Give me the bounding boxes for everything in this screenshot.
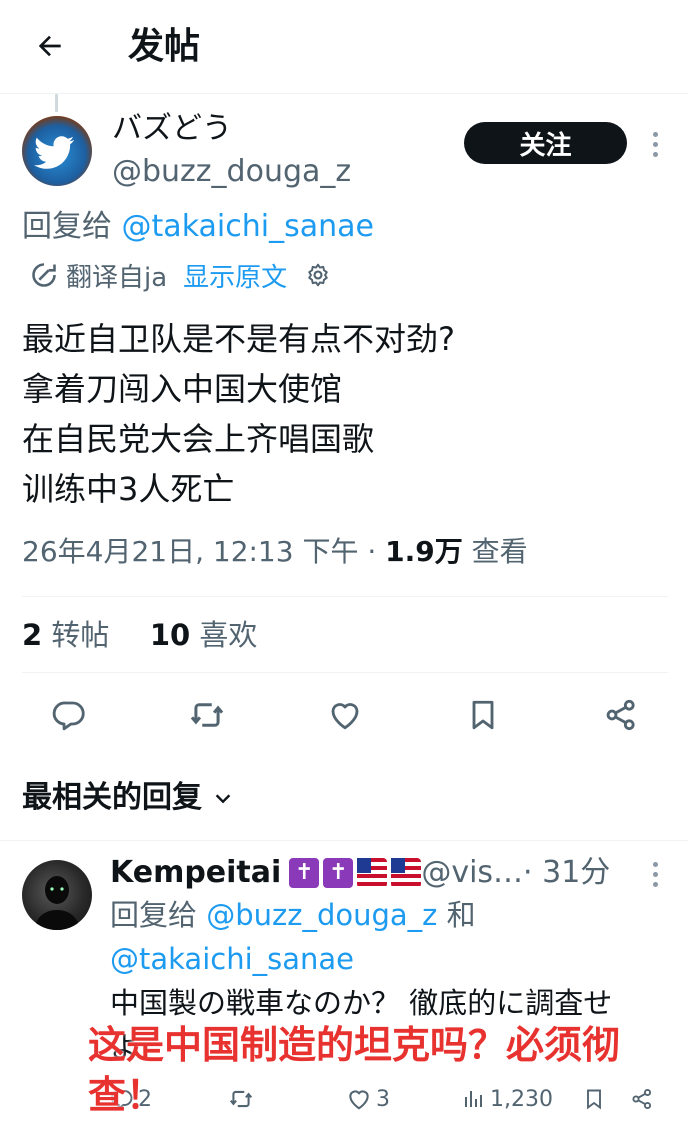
top-bar: 发帖: [0, 0, 688, 94]
author-avatar[interactable]: [22, 116, 92, 186]
divider: [22, 672, 668, 673]
share-icon[interactable]: [596, 690, 646, 740]
show-original-link[interactable]: 显示原文: [183, 257, 287, 294]
post-line: 最近自卫队是不是有点不对劲?: [22, 320, 455, 358]
repost-icon[interactable]: [182, 690, 232, 740]
reply-author-avatar[interactable]: [22, 860, 92, 930]
cross-emoji-icon: ✝: [289, 858, 320, 888]
author-handle[interactable]: @buzz_douga_z: [112, 152, 351, 192]
likes-stat[interactable]: 10 喜欢: [150, 618, 258, 652]
back-arrow-icon[interactable]: [28, 24, 72, 68]
post-timestamp: 26年4月21日, 12:13 下午 · 1.9万 查看: [22, 530, 528, 574]
post-line: 拿着刀闯入中国大使馆: [22, 370, 343, 408]
reply-icon[interactable]: [44, 690, 94, 740]
translated-from-label: 翻译自ja: [66, 262, 168, 293]
reply-to-prefix: 回复给: [22, 209, 122, 244]
follow-button[interactable]: 关注: [464, 122, 627, 164]
reposts-stat[interactable]: 2 转帖: [22, 618, 109, 652]
replies-sort-label: 最相关的回复: [22, 780, 202, 815]
more-options-icon[interactable]: [640, 126, 670, 162]
reply-to-mention-link[interactable]: @takaichi_sanae: [122, 209, 374, 244]
views-label: 查看: [462, 535, 528, 568]
post-line: 训练中3人死亡: [22, 470, 235, 508]
page-title: 发帖: [128, 26, 201, 67]
gear-icon[interactable]: [305, 262, 331, 288]
timestamp-text[interactable]: 26年4月21日, 12:13 下午 ·: [22, 535, 385, 568]
chevron-down-icon: [215, 794, 231, 804]
post-line: 在自民党大会上齐唱国歌: [22, 420, 375, 458]
reply-to-prefix: 回复给: [110, 898, 207, 932]
engagement-stats: 2 转帖 10 喜欢: [22, 614, 257, 656]
translation-overlay-caption: 这是中国制造的坦克吗？必须彻查！: [88, 1023, 621, 1117]
reply-more-options-icon[interactable]: [640, 856, 670, 892]
us-flag-icon: [391, 858, 422, 888]
translation-info: 翻译自ja 显示原文: [30, 256, 331, 294]
author-display-name[interactable]: バズどう: [112, 108, 232, 150]
like-heart-icon[interactable]: [320, 690, 370, 740]
cross-emoji-icon: ✝: [323, 858, 354, 888]
post-body: 最近自卫队是不是有点不对劲? 拿着刀闯入中国大使馆 在自民党大会上齐唱国歌 训练…: [22, 314, 662, 514]
thread-connector-line: [55, 94, 58, 112]
reply-time[interactable]: · 31分: [523, 852, 610, 894]
reply-to-line: 回复给 @takaichi_sanae: [22, 206, 374, 248]
reply-to-and: 和: [437, 898, 476, 932]
us-flag-icon: [357, 858, 388, 888]
divider: [0, 840, 688, 841]
replies-sort-dropdown[interactable]: 最相关的回复: [22, 776, 234, 820]
reply-to-mention-link[interactable]: @buzz_douga_z: [206, 898, 437, 932]
views-count: 1.9万: [385, 535, 463, 568]
reply-header: Kempeitai ✝ ✝ @vis… · 31分: [110, 852, 610, 894]
reply-text-line: 中国製の戦車なのか？ 徹底的に調査せ: [110, 986, 613, 1020]
bookmark-icon[interactable]: [458, 690, 508, 740]
divider: [22, 596, 668, 597]
translate-icon: [30, 261, 58, 289]
reply-author-handle[interactable]: @vis…: [421, 852, 523, 894]
reply-reply-to-line: 回复给 @buzz_douga_z 和 @takaichi_sanae: [110, 893, 670, 981]
reply-to-mention-link[interactable]: @takaichi_sanae: [110, 942, 354, 976]
post-action-bar: [0, 690, 688, 740]
reply-author-name[interactable]: Kempeitai: [110, 852, 281, 894]
